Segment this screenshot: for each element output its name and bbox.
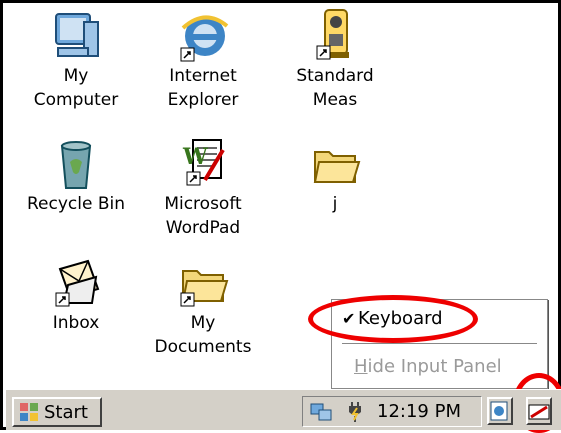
system-tray: 12:19 PM xyxy=(302,396,482,427)
network-icon[interactable] xyxy=(309,400,335,424)
input-panel-button[interactable] xyxy=(526,397,552,425)
wordpad-icon: W xyxy=(182,139,225,186)
checkmark-icon: ✔ xyxy=(342,309,356,328)
folder-icon xyxy=(180,270,229,307)
desk-label: Recycle Bin xyxy=(26,194,125,214)
inbox-icon-item[interactable]: Inbox xyxy=(21,255,131,335)
standard-meas-icon-item[interactable]: Standard Meas xyxy=(280,8,390,112)
recycle-bin-icon xyxy=(60,141,92,189)
desk-label: Internet Explorer xyxy=(167,66,239,110)
taskbar: Start 12:19 PM xyxy=(6,389,561,430)
svg-text:W: W xyxy=(182,144,208,170)
menu-item-keyboard[interactable]: ✔ Keyboard xyxy=(342,308,557,329)
input-panel-icon xyxy=(528,404,550,420)
wordpad-icon-item[interactable]: W Microsoft WordPad xyxy=(148,136,258,240)
folder-j-icon-item[interactable]: j xyxy=(280,136,390,216)
desktop-switch-icon xyxy=(490,401,508,421)
menu-separator xyxy=(342,343,537,345)
desk-label: Microsoft WordPad xyxy=(164,194,242,238)
desk-label: j xyxy=(332,194,338,214)
internet-explorer-icon-item[interactable]: Internet Explorer xyxy=(148,8,258,112)
desk-label: Standard Meas xyxy=(296,66,374,110)
input-panel-menu: ✔ Keyboard Hide Input Panel xyxy=(331,299,548,389)
start-label: Start xyxy=(44,402,88,423)
survey-instrument-icon xyxy=(316,9,349,60)
desktop-screen: My Computer Internet Explorer Standard M… xyxy=(0,0,561,433)
clock[interactable]: 12:19 PM xyxy=(377,401,461,422)
desk-label: My Documents xyxy=(154,313,252,357)
desktop-button[interactable] xyxy=(487,397,513,425)
start-button[interactable]: Start xyxy=(12,397,102,427)
desk-label: My Computer xyxy=(33,66,119,110)
my-documents-icon-item[interactable]: My Documents xyxy=(148,255,258,359)
inbox-icon xyxy=(55,259,100,307)
keyboard-label: Keyboard xyxy=(358,308,443,329)
my-computer-icon-item[interactable]: My Computer xyxy=(21,8,131,112)
recycle-bin-icon-item[interactable]: Recycle Bin xyxy=(21,136,131,216)
hide-input-panel-label: Hide Input Panel xyxy=(354,356,502,377)
power-plug-icon[interactable] xyxy=(345,400,367,424)
computer-icon xyxy=(55,13,99,57)
internet-explorer-icon xyxy=(180,15,229,62)
folder-icon xyxy=(313,151,361,183)
menu-item-hide-input-panel[interactable]: Hide Input Panel xyxy=(354,356,561,377)
desk-label: Inbox xyxy=(52,313,100,333)
windows-logo-icon xyxy=(20,403,38,421)
